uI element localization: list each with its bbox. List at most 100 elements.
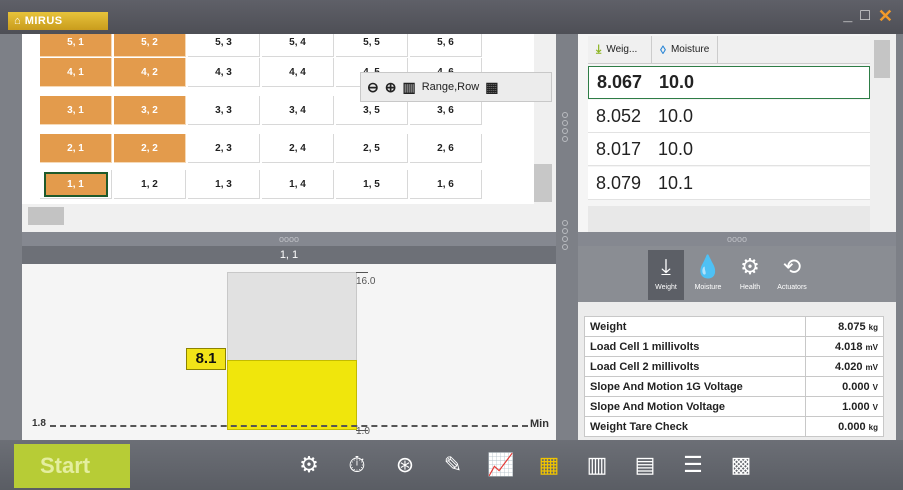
maximize-button[interactable]: □ xyxy=(860,8,870,24)
pencil-icon[interactable]: ✎ xyxy=(436,448,470,482)
gauge-fill xyxy=(227,360,357,430)
gears-icon[interactable]: ⚙ xyxy=(292,448,326,482)
readings-header: ⤓ Weig... ◊ Moisture xyxy=(588,36,870,64)
matrix-icon[interactable]: ▤ xyxy=(628,448,662,482)
weight-value: 8.067 xyxy=(597,72,643,92)
keypad-icon[interactable]: ▩ xyxy=(724,448,758,482)
grid-cell[interactable]: 2, 5 xyxy=(336,134,408,163)
grid-vertical-thumb[interactable] xyxy=(534,164,552,202)
measurement-value: 0.000 V xyxy=(805,376,884,397)
grid-cell[interactable]: 3, 4 xyxy=(262,96,334,125)
grid-cell[interactable]: 5, 4 xyxy=(262,34,334,57)
grid-cell[interactable]: 4, 3 xyxy=(188,58,260,87)
value-unit: mV xyxy=(865,362,878,372)
moisture-column-header[interactable]: ◊ Moisture xyxy=(652,36,719,63)
gauge-value: 8.1 xyxy=(186,348,226,370)
grid-cell[interactable]: 5, 1 xyxy=(40,34,112,57)
list-item[interactable]: 8.079 10.1 xyxy=(588,167,870,200)
compass-icon[interactable]: ⊛ xyxy=(388,448,422,482)
minimize-button[interactable]: _ xyxy=(843,8,852,24)
measurement-value: 4.020 mV xyxy=(805,356,884,377)
measurement-value: 8.075 kg xyxy=(805,316,884,337)
grid-cell[interactable]: 2, 2 xyxy=(114,134,186,163)
list-item[interactable]: 8.052 10.0 xyxy=(588,100,870,133)
zoom-in-icon[interactable]: ⊕ xyxy=(385,79,397,96)
grid-horizontal-thumb[interactable] xyxy=(28,207,64,225)
grid-cell[interactable]: 4, 4 xyxy=(262,58,334,87)
splitter-dot xyxy=(562,128,568,134)
chart-icon[interactable]: 📈 xyxy=(484,448,518,482)
table-icon[interactable]: ☰ xyxy=(676,448,710,482)
value-number: 4.020 xyxy=(834,360,866,373)
barcode-icon[interactable]: ▥ xyxy=(402,79,415,96)
grid-cell[interactable]: 1, 5 xyxy=(336,170,408,199)
gauge-panel: 16.0 1.0 8.1 1.8 Min xyxy=(22,264,556,440)
grid-horizontal-scrollbar[interactable] xyxy=(22,204,556,232)
list-item[interactable]: 8.067 10.0 xyxy=(588,66,870,99)
splitter-dot xyxy=(562,220,568,226)
title-bar: ⌂ MIRUS _ □ ✕ xyxy=(0,0,903,34)
selected-cell-text: 1, 1 xyxy=(43,171,108,197)
measurement-value: 1.000 V xyxy=(805,396,884,417)
left-splitter[interactable]: oooo xyxy=(22,232,556,246)
measurement-value: 4.018 mV xyxy=(805,336,884,357)
grid-cell[interactable]: 1, 1 xyxy=(40,170,112,199)
grid-cell[interactable]: 3, 3 xyxy=(188,96,260,125)
value-unit: V xyxy=(872,382,878,392)
droplet-icon: ◊ xyxy=(660,42,666,57)
weight-value: 8.017 xyxy=(596,138,642,159)
vertical-splitter[interactable] xyxy=(556,34,574,440)
grid-cell[interactable]: 5, 5 xyxy=(336,34,408,57)
list-item[interactable]: 8.017 10.0 xyxy=(588,133,870,166)
field-grid: 5, 1 5, 2 5, 3 5, 4 5, 5 5, 6 4, 1 4, 2 4, 3 4, 4… xyxy=(22,34,556,232)
tab-moisture[interactable]: 💧 Moisture xyxy=(690,250,726,300)
zoom-out-icon[interactable]: ⊖ xyxy=(367,79,379,96)
grid-cell[interactable]: 1, 3 xyxy=(188,170,260,199)
grid-cell[interactable]: 4, 1 xyxy=(40,58,112,87)
moisture-value: 10.0 xyxy=(658,138,694,159)
grid-cell[interactable]: 2, 6 xyxy=(410,134,482,163)
download-icon: ⤓ xyxy=(596,42,602,56)
grid-vertical-scrollbar[interactable] xyxy=(534,34,556,204)
tab-weight[interactable]: ⤓ Weight xyxy=(648,250,684,300)
tiles-icon[interactable]: ▦ xyxy=(532,448,566,482)
tab-label: Weight xyxy=(655,284,677,291)
list-vertical-scrollbar[interactable] xyxy=(870,34,896,232)
close-button[interactable]: ✕ xyxy=(878,7,893,25)
grid-cell[interactable]: 3, 2 xyxy=(114,96,186,125)
stopwatch-icon[interactable]: ⏱ xyxy=(340,448,374,482)
grid-toolbar: ⊖ ⊕ ▥ Range,Row ▦ xyxy=(360,72,552,102)
grid-cell[interactable]: 5, 3 xyxy=(188,34,260,57)
measurement-value: 0.000 kg xyxy=(805,416,884,437)
weight-value: 8.052 xyxy=(596,105,642,126)
table-row: Load Cell 1 millivolts 4.018 mV xyxy=(584,336,884,357)
grid-cell[interactable]: 1, 2 xyxy=(114,170,186,199)
grid-cell[interactable]: 2, 4 xyxy=(262,134,334,163)
tab-actuators[interactable]: ⟲ Actuators xyxy=(774,250,810,300)
grid-cell[interactable]: 2, 1 xyxy=(40,134,112,163)
table-row: Load Cell 2 millivolts 4.020 mV xyxy=(584,356,884,377)
map-icon[interactable]: ▥ xyxy=(580,448,614,482)
right-splitter[interactable]: oooo xyxy=(578,232,896,246)
grid-cell[interactable]: 4, 2 xyxy=(114,58,186,87)
tab-health[interactable]: ⚙ Health xyxy=(732,250,768,300)
app-logo: ⌂ MIRUS xyxy=(8,12,108,30)
measurement-label: Load Cell 2 millivolts xyxy=(584,356,806,377)
table-row: Slope And Motion 1G Voltage 0.000 V xyxy=(584,376,884,397)
grid-cell[interactable]: 5, 6 xyxy=(410,34,482,57)
weight-header-label: Weig... xyxy=(606,44,638,55)
grid-cell[interactable]: 2, 3 xyxy=(188,134,260,163)
grid-cell[interactable]: 1, 4 xyxy=(262,170,334,199)
splitter-dot xyxy=(562,112,568,118)
tab-label: Moisture xyxy=(694,284,722,291)
grid-cell[interactable]: 1, 6 xyxy=(410,170,482,199)
start-button[interactable]: Start xyxy=(14,444,130,488)
list-vertical-thumb[interactable] xyxy=(874,40,890,78)
grid-cell[interactable]: 5, 2 xyxy=(114,34,186,57)
grid-cell[interactable]: 3, 1 xyxy=(40,96,112,125)
moisture-header-label: Moisture xyxy=(670,44,710,55)
range-row-button[interactable]: Range,Row xyxy=(422,81,479,93)
grid-icon[interactable]: ▦ xyxy=(485,79,498,96)
gauge-min-label: 1.0 xyxy=(356,426,370,437)
weight-column-header[interactable]: ⤓ Weig... xyxy=(588,36,652,63)
